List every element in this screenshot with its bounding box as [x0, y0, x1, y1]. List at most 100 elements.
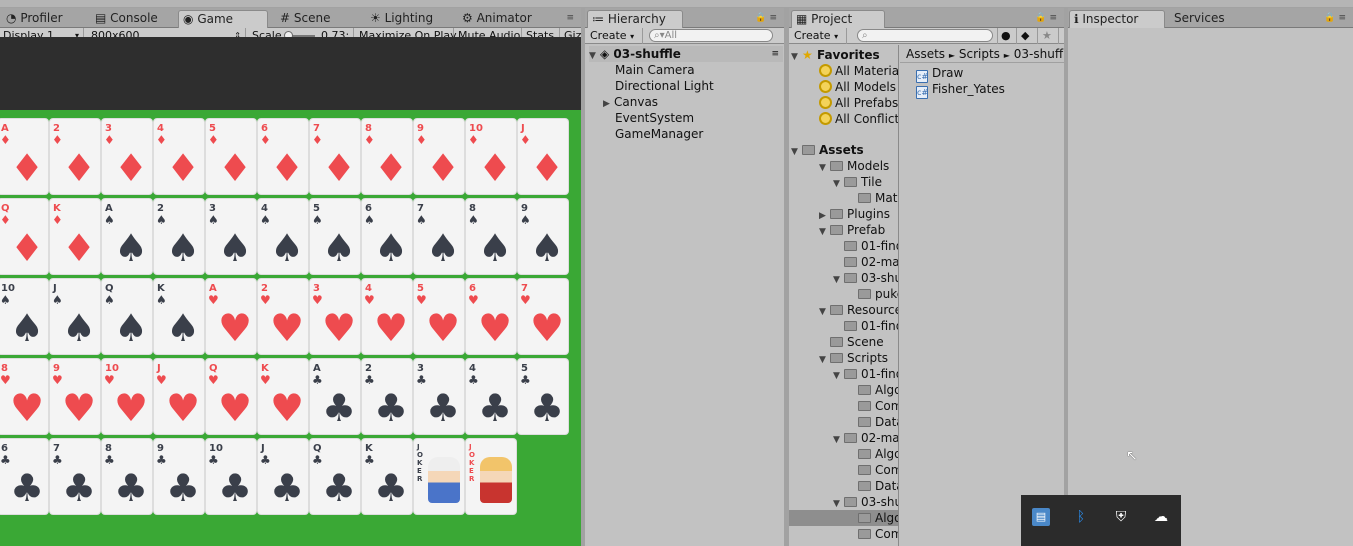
playing-card[interactable]: 10 ♥ ♥: [102, 359, 152, 434]
playing-card[interactable]: K ♥ ♥: [258, 359, 308, 434]
breadcrumb-item[interactable]: Assets: [906, 47, 945, 61]
script-file[interactable]: c# Draw: [916, 65, 963, 83]
breadcrumb-item[interactable]: 03-shuff: [1014, 47, 1063, 61]
playing-card[interactable]: 9 ♠ ♠: [518, 199, 568, 274]
asset-folder[interactable]: Algori: [847, 382, 898, 398]
search-input[interactable]: ⌕▾All: [649, 29, 773, 42]
expand-arrow-icon[interactable]: ▼: [819, 352, 830, 368]
playing-card[interactable]: 7 ♣ ♣: [50, 439, 100, 514]
expand-arrow-icon[interactable]: ▼: [833, 432, 844, 448]
playing-card[interactable]: K ♠ ♠: [154, 279, 204, 354]
playing-card[interactable]: K ♣ ♣: [362, 439, 412, 514]
playing-card[interactable]: 8 ♣ ♣: [102, 439, 152, 514]
hierarchy-item[interactable]: Directional Light: [615, 78, 714, 94]
expand-arrow-icon[interactable]: ▶: [603, 96, 614, 112]
favorite-item[interactable]: All Models: [819, 79, 896, 95]
tab-lighting[interactable]: ☀ Lighting: [366, 10, 454, 28]
tab-game[interactable]: ◉ Game: [178, 10, 268, 28]
playing-card[interactable]: 2 ♣ ♣: [362, 359, 412, 434]
expand-arrow-icon[interactable]: ▼: [791, 49, 802, 65]
asset-folder[interactable]: 01-findP: [833, 318, 898, 334]
filter-by-type-icon[interactable]: ●: [997, 28, 1017, 44]
tab-project[interactable]: ▦ Project: [791, 10, 885, 28]
asset-folder[interactable]: ▼ Resources: [819, 302, 898, 318]
favorite-item[interactable]: All Conflict: [819, 111, 898, 127]
playing-card[interactable]: 5 ♣ ♣: [518, 359, 568, 434]
scene-menu-icon[interactable]: ≡: [771, 46, 779, 62]
asset-folder[interactable]: Algori: [847, 446, 898, 462]
playing-card[interactable]: 2 ♥ ♥: [258, 279, 308, 354]
expand-arrow-icon[interactable]: ▼: [791, 144, 802, 160]
playing-card[interactable]: A ♠ ♠: [102, 199, 152, 274]
favorite-item[interactable]: All Materia: [819, 63, 898, 79]
playing-card[interactable]: 8 ♥ ♥: [0, 359, 48, 434]
playing-card[interactable]: 2 ♦ ♦: [50, 119, 100, 194]
breadcrumb-item[interactable]: Scripts: [959, 47, 1000, 61]
tab-scene[interactable]: # Scene: [276, 10, 362, 28]
filter-by-label-icon[interactable]: ◆: [1018, 28, 1038, 44]
expand-arrow-icon[interactable]: ▼: [833, 368, 844, 384]
playing-card[interactable]: J ♠ ♠: [50, 279, 100, 354]
bluetooth-icon[interactable]: ᛒ: [1072, 508, 1090, 526]
playing-card[interactable]: 10 ♠ ♠: [0, 279, 48, 354]
onedrive-icon[interactable]: ☁: [1152, 508, 1170, 526]
script-file[interactable]: c# Fisher_Yates: [916, 81, 1005, 99]
playing-card[interactable]: 9 ♦ ♦: [414, 119, 464, 194]
asset-folder[interactable]: 01-findP: [833, 238, 898, 254]
favorite-star-icon[interactable]: ★: [1039, 28, 1059, 44]
playing-card[interactable]: 6 ♥ ♥: [466, 279, 516, 354]
playing-card[interactable]: 6 ♦ ♦: [258, 119, 308, 194]
panel-lock-icon[interactable]: 🔒≡: [1324, 13, 1349, 23]
playing-card[interactable]: Q ♠ ♠: [102, 279, 152, 354]
tab-animator[interactable]: ⚙ Animator: [458, 10, 556, 28]
playing-card[interactable]: 5 ♥ ♥: [414, 279, 464, 354]
playing-card[interactable]: 6 ♠ ♠: [362, 199, 412, 274]
playing-card[interactable]: 8 ♦ ♦: [362, 119, 412, 194]
hierarchy-item[interactable]: Main Camera: [615, 62, 695, 78]
assets-header[interactable]: ▼ Assets: [791, 142, 864, 158]
playing-card[interactable]: 7 ♥ ♥: [518, 279, 568, 354]
expand-arrow-icon[interactable]: ▼: [819, 224, 830, 240]
playing-card[interactable]: J ♥ ♥: [154, 359, 204, 434]
playing-card[interactable]: 3 ♣ ♣: [414, 359, 464, 434]
tab-services[interactable]: Services: [1170, 10, 1250, 28]
network-icon[interactable]: ▤: [1032, 508, 1050, 526]
search-input[interactable]: ⌕: [857, 29, 993, 42]
playing-card[interactable]: 3 ♦ ♦: [102, 119, 152, 194]
expand-arrow-icon[interactable]: ▼: [819, 160, 830, 176]
hierarchy-item[interactable]: ▶ Canvas: [603, 94, 658, 110]
joker-card[interactable]: JOKER: [466, 439, 516, 514]
joker-card[interactable]: JOKER: [414, 439, 464, 514]
playing-card[interactable]: 4 ♣ ♣: [466, 359, 516, 434]
tab-inspector[interactable]: ℹ Inspector: [1069, 10, 1165, 28]
asset-folder[interactable]: 02-maze: [833, 254, 898, 270]
expand-arrow-icon[interactable]: ▼: [833, 176, 844, 192]
asset-folder[interactable]: ▶ Plugins: [819, 206, 890, 222]
asset-folder[interactable]: Mater: [847, 190, 898, 206]
playing-card[interactable]: J ♣ ♣: [258, 439, 308, 514]
asset-folder[interactable]: ▼ 02-maze: [833, 430, 898, 448]
tab-console[interactable]: ▤ Console: [91, 10, 177, 28]
favorites-header[interactable]: ▼ ★ Favorites: [791, 47, 880, 63]
playing-card[interactable]: 4 ♠ ♠: [258, 199, 308, 274]
playing-card[interactable]: J ♦ ♦: [518, 119, 568, 194]
asset-folder[interactable]: ▼03-shuff: [833, 270, 898, 286]
expand-arrow-icon[interactable]: ▼: [589, 48, 600, 64]
playing-card[interactable]: 6 ♣ ♣: [0, 439, 48, 514]
playing-card[interactable]: 3 ♠ ♠: [206, 199, 256, 274]
playing-card[interactable]: 4 ♦ ♦: [154, 119, 204, 194]
playing-card[interactable]: 9 ♥ ♥: [50, 359, 100, 434]
asset-folder[interactable]: ▼ Models: [819, 158, 889, 174]
asset-folder[interactable]: ▼03-shuff: [833, 494, 898, 510]
favorite-item[interactable]: All Prefabs: [819, 95, 898, 111]
create-dropdown[interactable]: Create ▾: [587, 28, 643, 44]
asset-folder[interactable]: DataS: [847, 478, 898, 494]
tab-hierarchy[interactable]: ≔ Hierarchy: [587, 10, 683, 28]
asset-folder[interactable]: ▼ Tile: [833, 174, 882, 190]
panel-lock-icon[interactable]: 🔒≡: [1035, 13, 1060, 23]
defender-icon[interactable]: ⛨: [1112, 508, 1130, 526]
playing-card[interactable]: Q ♥ ♥: [206, 359, 256, 434]
playing-card[interactable]: 8 ♠ ♠: [466, 199, 516, 274]
asset-folder[interactable]: puke: [847, 286, 898, 302]
panel-lock-icon[interactable]: 🔒≡: [755, 13, 780, 23]
